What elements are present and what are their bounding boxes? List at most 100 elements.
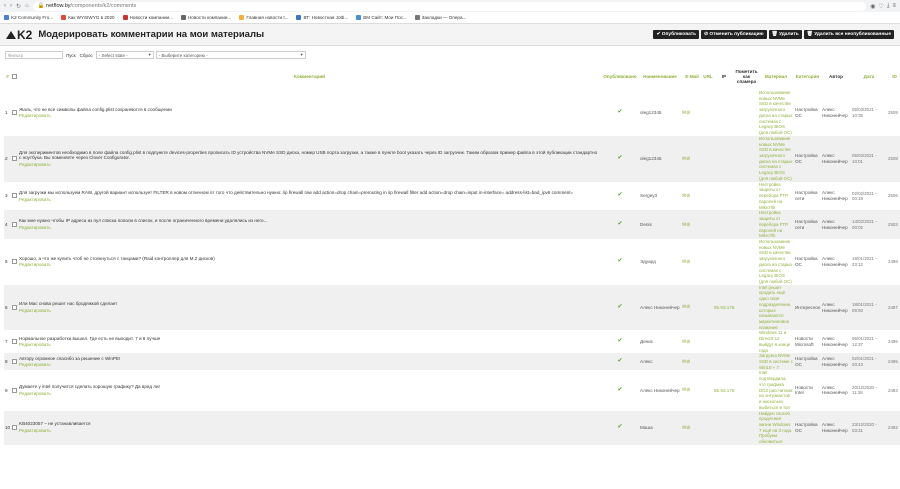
spam-cell[interactable] (735, 90, 758, 136)
email-icon[interactable]: ✉⊘ (681, 135, 703, 182)
bookmark-item[interactable]: Новости компании... (122, 15, 173, 20)
material-link[interactable]: Настройка защиты от перебора FTP паролей… (758, 181, 794, 211)
email-icon[interactable]: ✉⊘ (681, 284, 703, 331)
published-check-icon[interactable]: ✔ (601, 135, 639, 182)
col-ip[interactable]: IP (713, 62, 735, 90)
email-icon[interactable]: ✉⊘ (681, 410, 703, 445)
col-date[interactable]: Дата (851, 62, 887, 90)
material-link[interactable]: Загрузка NVMe SSD в системе с Win10 + 7 (758, 353, 794, 371)
reload-icon[interactable]: ↻ (16, 3, 21, 10)
bookmark-item[interactable]: Как WYSIWYG в 2020 (61, 15, 115, 20)
row-checkbox[interactable] (11, 135, 18, 182)
email-icon[interactable]: ✉⊘ (681, 90, 703, 136)
bookmark-item[interactable]: ВТ: Новостная Jotb... (296, 15, 348, 20)
menu-icon[interactable]: ≡ (892, 3, 896, 10)
row-checkbox[interactable] (11, 330, 18, 354)
home-icon[interactable]: ⌂ (25, 3, 29, 10)
spam-cell[interactable] (735, 330, 758, 354)
bookmark-item[interactable]: Закладки — Опера... (414, 15, 466, 20)
spam-cell[interactable] (735, 353, 758, 371)
published-check-icon[interactable]: ✔ (601, 284, 639, 331)
edit-link[interactable]: Редактировать (19, 428, 600, 434)
spam-cell[interactable] (735, 284, 758, 331)
email-icon[interactable]: ✉⊘ (681, 181, 703, 211)
row-checkbox[interactable] (11, 370, 18, 411)
unpublish-button[interactable]: ⊘ Отменить публикацию (701, 30, 767, 39)
material-link[interactable]: Настройка защиты от перебора FTP паролей… (758, 210, 794, 239)
row-checkbox[interactable] (11, 210, 18, 239)
spam-cell[interactable] (735, 238, 758, 285)
delete-unpublished-button[interactable]: 🗑 Удалить все неопубликованные (803, 30, 894, 39)
filter-input[interactable]: Фильтр (5, 51, 63, 59)
col-category[interactable]: Категория (794, 62, 821, 90)
col-id[interactable]: ID (887, 62, 900, 90)
edit-link[interactable]: Редактировать (19, 262, 600, 268)
email-icon[interactable]: ✉⊘ (681, 330, 703, 354)
row-checkbox[interactable] (11, 238, 18, 285)
spam-cell[interactable] (735, 181, 758, 211)
col-comment[interactable]: Комментарий (18, 62, 601, 90)
material-link[interactable]: Использование новых NVMe SSD в качестве … (758, 238, 794, 285)
row-number: 10 (4, 410, 11, 445)
spam-cell[interactable] (735, 210, 758, 239)
row-checkbox[interactable] (11, 284, 18, 331)
forward-icon[interactable]: › (10, 3, 12, 10)
col-author[interactable]: Автор (821, 62, 851, 90)
row-checkbox[interactable] (11, 181, 18, 211)
col-url[interactable]: URL (703, 62, 713, 90)
address-bar[interactable]: 🔒 netflow.by /components/k2/comments (32, 1, 867, 11)
edit-link[interactable]: Редактировать (19, 162, 600, 168)
edit-link[interactable]: Редактировать (19, 225, 600, 231)
publish-button[interactable]: ✔ Опубликовать (653, 30, 700, 39)
go-button[interactable]: Пуск (65, 53, 77, 58)
col-published[interactable]: Опубликовано (601, 62, 639, 90)
camera-icon[interactable]: ◉ (870, 3, 875, 10)
published-check-icon[interactable]: ✔ (601, 370, 639, 411)
row-checkbox[interactable] (11, 90, 18, 136)
spam-cell[interactable] (735, 370, 758, 411)
row-checkbox[interactable] (11, 353, 18, 371)
download-icon[interactable]: ⤓ (887, 3, 890, 10)
row-checkbox[interactable] (11, 410, 18, 445)
edit-link[interactable]: Редактировать (19, 391, 600, 397)
reset-button[interactable]: Сброс (79, 53, 94, 58)
material-link[interactable]: Intel решит продать ещё одно своё подраз… (758, 284, 794, 331)
published-check-icon[interactable]: ✔ (601, 353, 639, 371)
email-icon[interactable]: ✉⊘ (681, 353, 703, 371)
edit-link[interactable]: Редактировать (19, 113, 600, 119)
edit-link[interactable]: Редактировать (19, 342, 600, 348)
bookmark-item[interactable]: Главная новости I... (239, 15, 288, 20)
col-email[interactable]: E-Mail (681, 62, 703, 90)
published-check-icon[interactable]: ✔ (601, 330, 639, 354)
select-all-checkbox[interactable] (11, 62, 18, 90)
material-link[interactable]: Найден способ продления жизни Windows 7 … (758, 410, 794, 445)
published-check-icon[interactable]: ✔ (601, 410, 639, 445)
material-link[interactable]: Intel подтвердила, что графика DG2 рассч… (758, 370, 794, 411)
edit-link[interactable]: Редактировать (19, 308, 600, 314)
edit-link[interactable]: Редактировать (19, 197, 600, 203)
bookmark-item[interactable]: ВМ Сайт: Мои Пос... (356, 15, 407, 20)
category-select[interactable]: - Выберите категорию - ▾ (155, 51, 306, 59)
edit-link[interactable]: Редактировать (19, 362, 600, 368)
published-check-icon[interactable]: ✔ (601, 238, 639, 285)
back-icon[interactable]: ‹ (4, 3, 6, 10)
state-select[interactable]: - Select state - ▾ (95, 51, 154, 59)
published-check-icon[interactable]: ✔ (601, 181, 639, 211)
email-icon[interactable]: ✉⊘ (681, 210, 703, 239)
material-link[interactable]: Использование новых NVMe SSD в качестве … (758, 90, 794, 136)
spam-cell[interactable] (735, 135, 758, 182)
email-icon[interactable]: ✉⊘ (681, 238, 703, 285)
published-check-icon[interactable]: ✔ (601, 90, 639, 136)
email-icon[interactable]: ✉⊘ (681, 370, 703, 411)
bookmark-item[interactable]: Новости компании... (180, 15, 231, 20)
material-link[interactable]: Windows 11 и DirectX 12 выйдут в конце г… (758, 330, 794, 354)
bookmark-item[interactable]: K2 Community Fro... (4, 15, 53, 20)
url-cell (703, 90, 713, 136)
heart-icon[interactable]: ♡ (878, 3, 883, 10)
published-check-icon[interactable]: ✔ (601, 210, 639, 239)
col-name[interactable]: Наименование (639, 62, 681, 90)
material-link[interactable]: Использование новых NVMe SSD в качестве … (758, 135, 794, 182)
col-material[interactable]: Материал (758, 62, 794, 90)
delete-button[interactable]: 🗑 Удалить (768, 30, 802, 39)
spam-cell[interactable] (735, 410, 758, 445)
